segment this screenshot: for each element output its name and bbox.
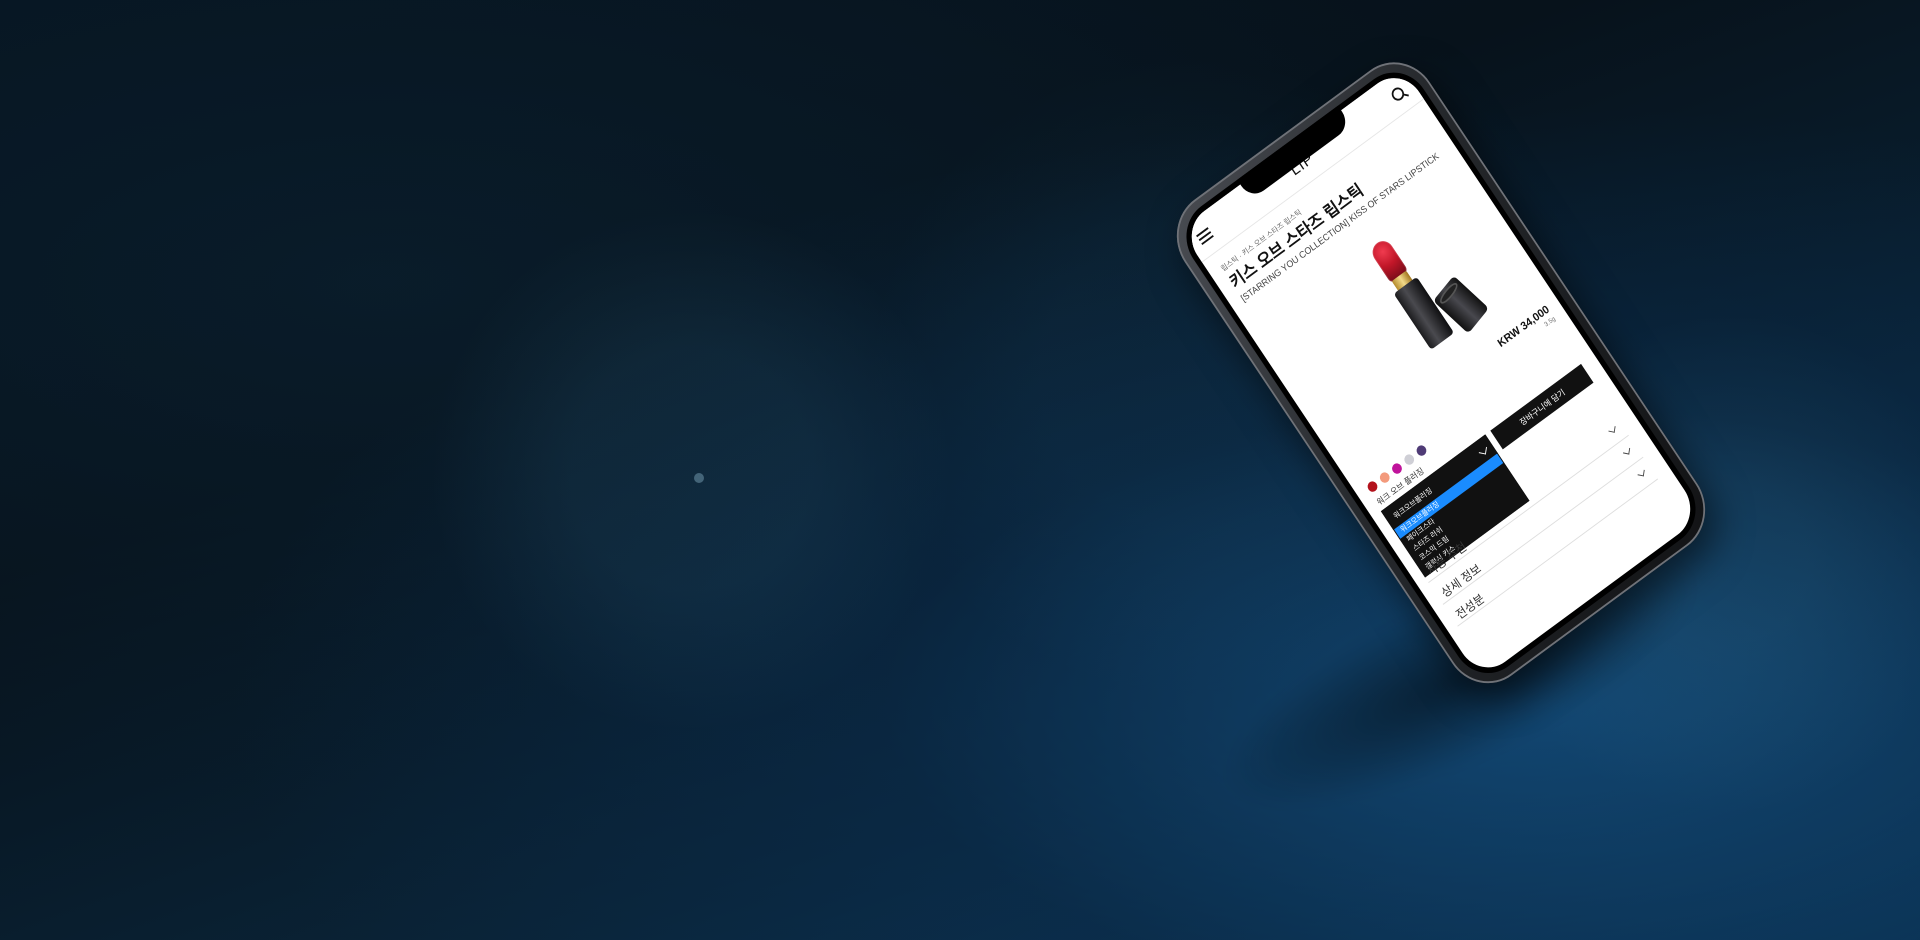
menu-button[interactable] bbox=[1194, 224, 1216, 248]
chevron-down-icon bbox=[1608, 425, 1616, 433]
chevron-down-icon bbox=[1478, 445, 1487, 455]
accordion-label: 전성분 bbox=[1453, 591, 1487, 622]
swatch-4[interactable] bbox=[1402, 452, 1417, 467]
chevron-down-icon bbox=[1623, 446, 1631, 455]
search-button[interactable] bbox=[1387, 82, 1409, 106]
swatch-1[interactable] bbox=[1365, 479, 1380, 494]
swatch-3[interactable] bbox=[1390, 461, 1404, 476]
mobile-product-screen: LIP 립스틱 · 키스 오브 스타즈 립스틱 키스 오브 스타즈 립스틱 [S… bbox=[1179, 65, 1703, 680]
chevron-down-icon bbox=[1637, 468, 1645, 477]
add-to-cart-button[interactable]: 장바구니에 담기 bbox=[1490, 363, 1594, 450]
swatch-2[interactable] bbox=[1377, 470, 1392, 485]
background-particle bbox=[694, 473, 704, 483]
search-icon bbox=[1389, 84, 1407, 104]
menu-icon bbox=[1196, 227, 1214, 246]
lipstick-image bbox=[1348, 201, 1512, 382]
hero-banner: LIP 립스틱 · 키스 오브 스타즈 립스틱 키스 오브 스타즈 립스틱 [S… bbox=[0, 0, 1920, 940]
swatch-5[interactable] bbox=[1414, 443, 1429, 458]
